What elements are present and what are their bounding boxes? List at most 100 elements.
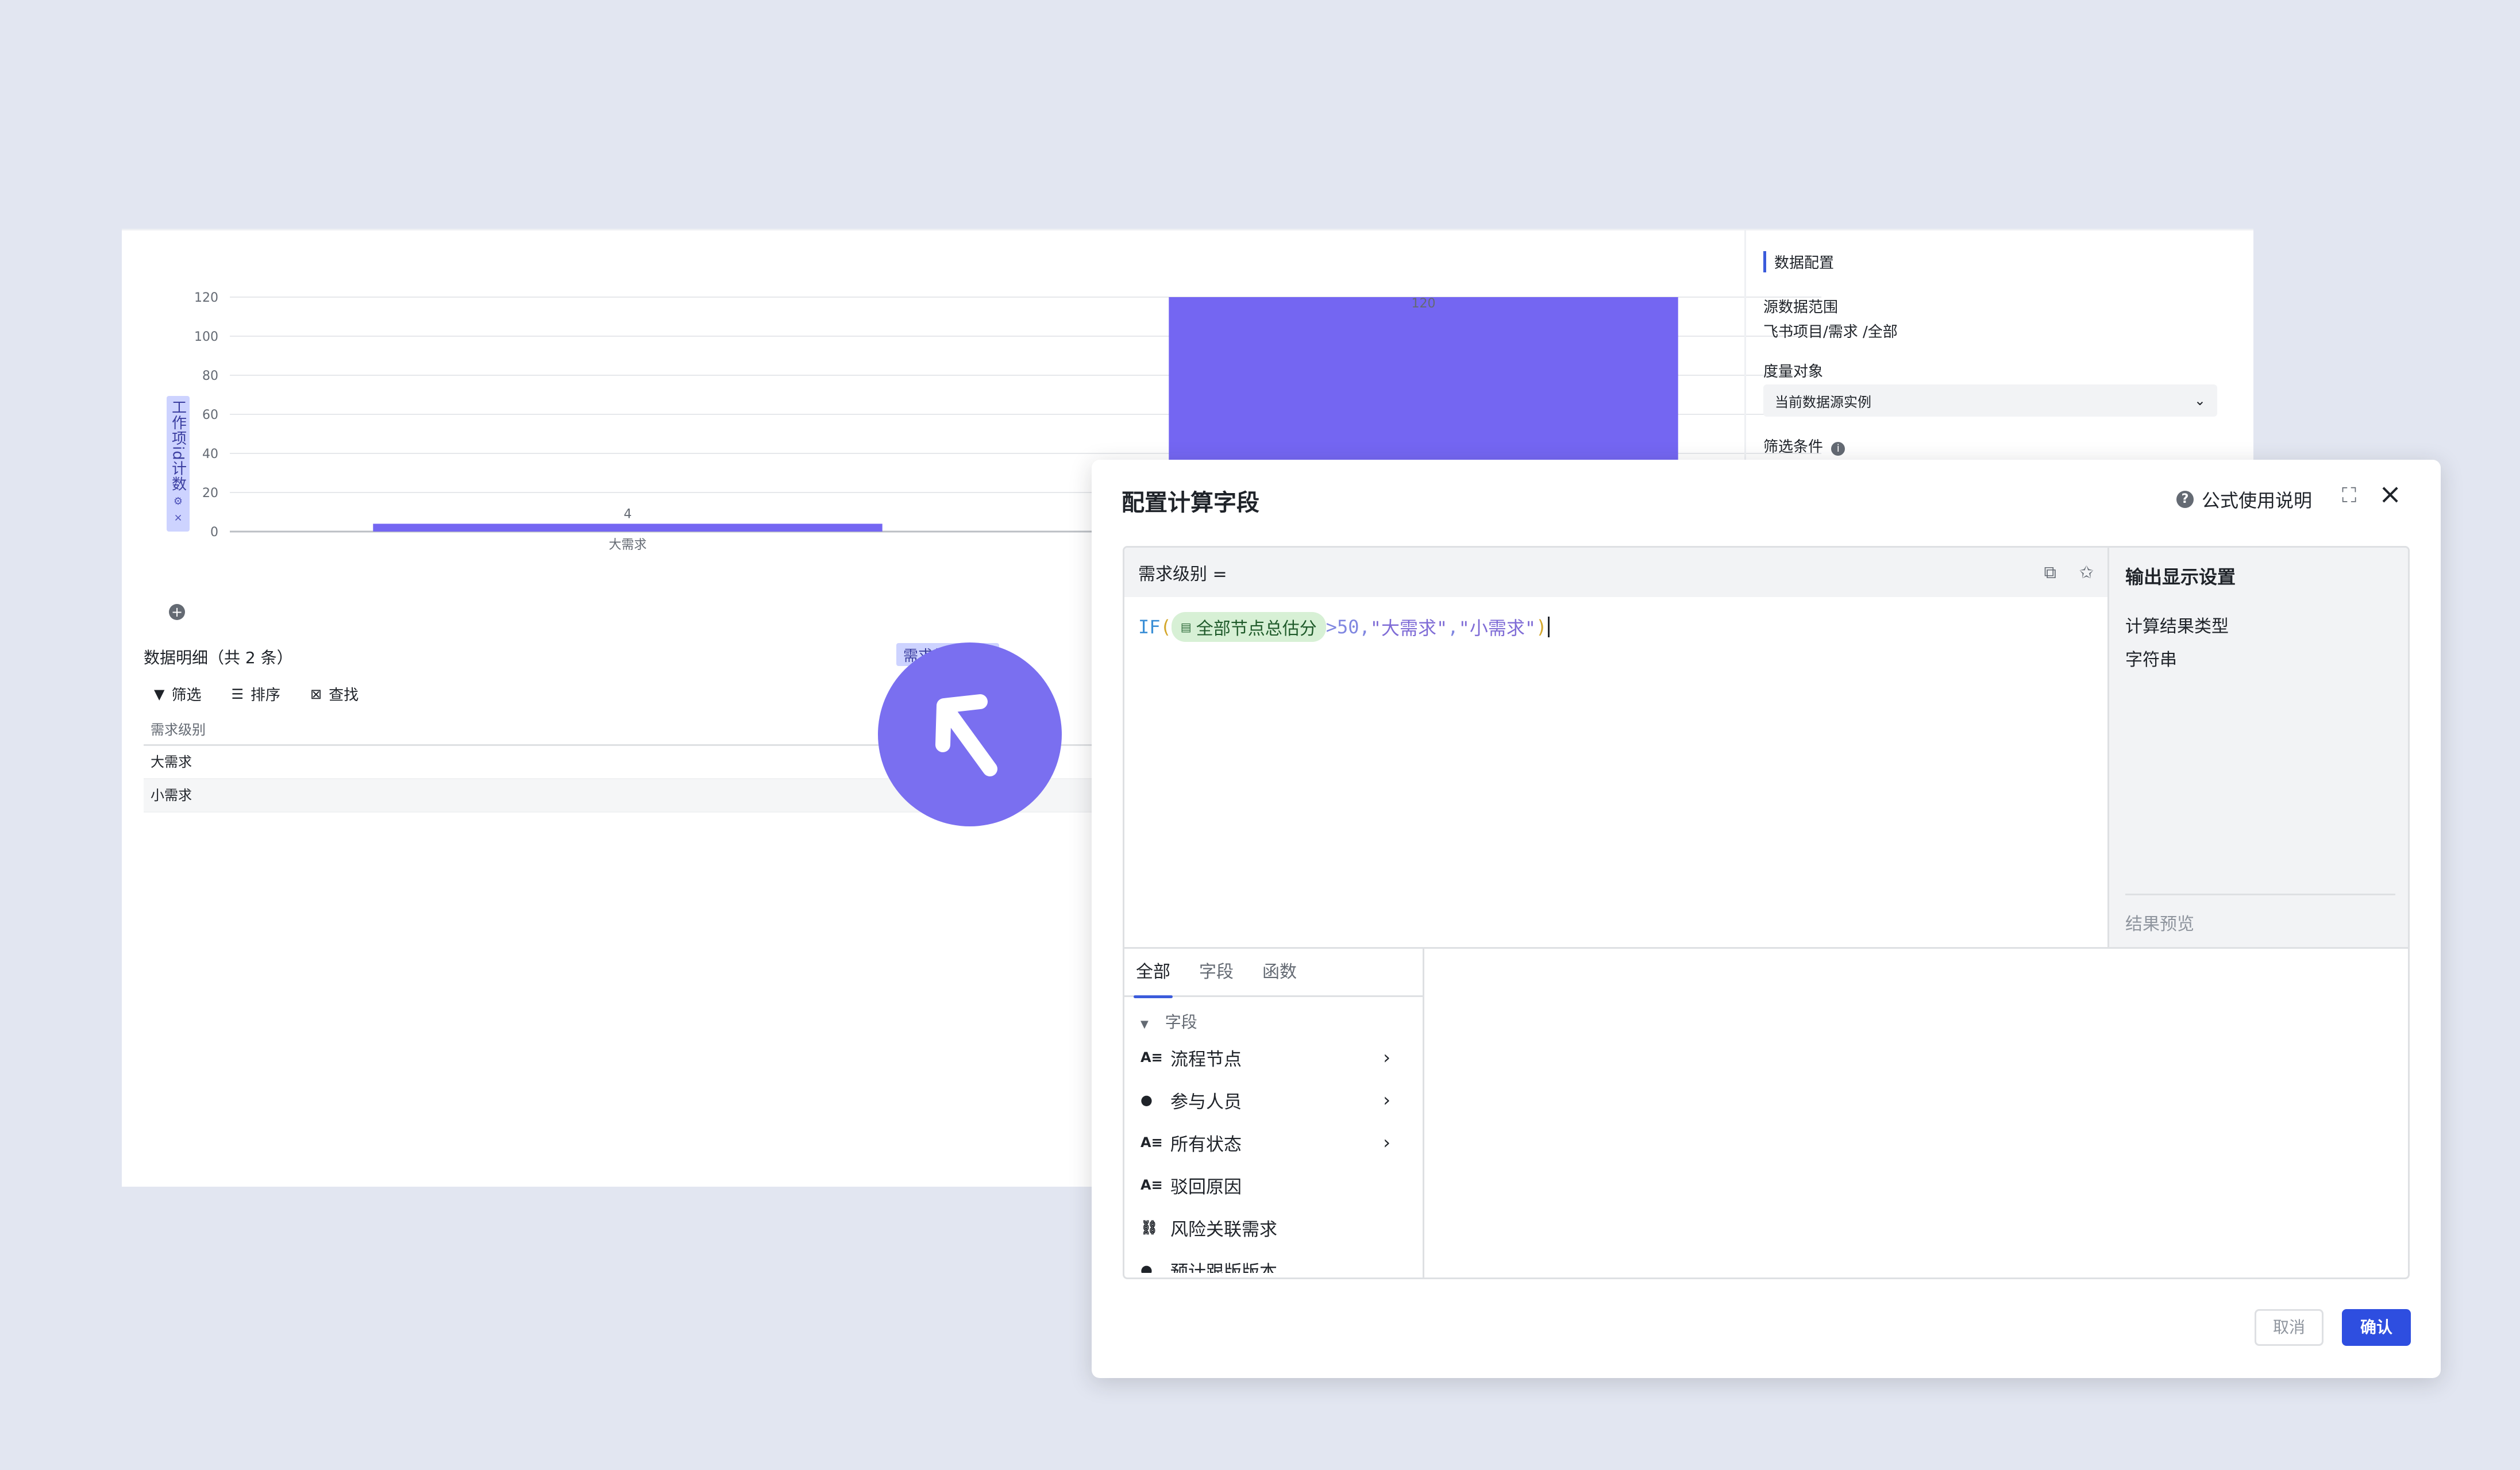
close-icon[interactable]: × <box>2379 478 2402 510</box>
copy-icon[interactable]: ⧉ <box>2044 563 2056 583</box>
list-item[interactable]: A≡ 所有状态 › <box>1124 1121 1423 1164</box>
text-field-icon: A≡ <box>1140 1134 1163 1150</box>
tab-fields[interactable]: 字段 <box>1199 948 1234 996</box>
text-field-icon: A≡ <box>1140 1177 1163 1193</box>
measure-value: 当前数据源实例 <box>1775 394 1871 410</box>
y-tick-label: 100 <box>194 330 218 344</box>
list-item-label: 参与人员 <box>1170 1091 1242 1113</box>
list-item[interactable]: ● 参与人员 › <box>1124 1079 1423 1121</box>
group-label: 字段 <box>1165 1013 1197 1032</box>
list-item[interactable]: ⛓ 风险关联需求 <box>1124 1206 1423 1249</box>
field-library-panel: 全部 字段 函数 ▼ 字段 A≡ 流程节点 › ● 参与人员 › A≡ 所有状态… <box>1124 948 1424 1277</box>
detail-title: 数据明细（共 2 条） <box>144 648 293 667</box>
text-caret <box>1548 617 1550 637</box>
formula-paren-close: ) <box>1536 616 1547 638</box>
formula-help-link[interactable]: ? 公式使用说明 <box>2176 486 2312 513</box>
result-type-label: 计算结果类型 <box>2125 617 2229 637</box>
info-icon[interactable]: i <box>1831 442 1845 456</box>
find-button[interactable]: ⊠ 查找 <box>310 683 359 705</box>
formula-keyword: IF <box>1138 616 1161 638</box>
source-value: 飞书项目/需求 /全部 <box>1763 324 1898 341</box>
source-label: 源数据范围 <box>1763 299 1839 316</box>
find-label: 查找 <box>329 687 359 704</box>
tab-all[interactable]: 全部 <box>1134 948 1173 998</box>
filter-label: 筛选 <box>171 687 202 704</box>
arrow-up-left-icon <box>935 694 997 776</box>
formula-text[interactable]: IF(▤ 全部节点总估分 >50, "大需求", "小需求") <box>1124 597 2107 657</box>
formula-field-token[interactable]: ▤ 全部节点总估分 <box>1171 612 1326 642</box>
cursor-arrow-button[interactable] <box>878 642 1062 826</box>
measure-select[interactable]: 当前数据源实例 ⌄ <box>1763 384 2217 417</box>
sort-button[interactable]: ☰ 排序 <box>231 683 280 705</box>
section-title: 数据配置 <box>1763 251 2236 272</box>
data-label: 120 <box>1412 297 1436 311</box>
y-axis-field-label: 工作项id计数 <box>169 399 187 492</box>
list-item[interactable]: ● 预计跟版版本 <box>1124 1249 1423 1273</box>
field-name-label: 需求级别 = <box>1138 564 1227 584</box>
output-title: 输出显示设置 <box>2125 566 2236 588</box>
list-item[interactable]: A≡ 流程节点 › <box>1124 1036 1423 1079</box>
output-settings-panel: 输出显示设置 计算结果类型 字符串 结果预览 <box>2109 548 2408 949</box>
magic-icon[interactable]: ✩ <box>2079 563 2094 583</box>
formula-operator: >50, <box>1325 616 1370 638</box>
y-tick-label: 80 <box>202 369 218 383</box>
list-item[interactable]: A≡ 驳回原因 <box>1124 1164 1423 1206</box>
chevron-right-icon[interactable]: › <box>1383 1132 1390 1153</box>
list-item-label: 预计跟版版本 <box>1170 1261 1277 1273</box>
detail-toolbar: ▼ 筛选 ☰ 排序 ⊠ 查找 <box>154 683 359 705</box>
list-item-label: 流程节点 <box>1170 1049 1242 1070</box>
editor-header: 需求级别 = ⧉ ✩ <box>1124 548 2107 597</box>
text-field-icon: A≡ <box>1140 1049 1163 1065</box>
y-axis-field-chip[interactable]: 工作项id计数 ⚙ × <box>167 396 190 532</box>
y-tick-label: 0 <box>210 525 218 540</box>
y-tick-label: 40 <box>202 447 218 461</box>
result-preview-label: 结果预览 <box>2125 914 2194 934</box>
y-tick-label: 120 <box>194 291 218 305</box>
number-field-icon: ▤ <box>1180 620 1192 634</box>
result-type-value[interactable]: 字符串 <box>2125 645 2395 671</box>
group-header-fields[interactable]: ▼ 字段 <box>1124 997 1423 1036</box>
detail-preview-area <box>1424 949 2408 1277</box>
question-icon: ? <box>2176 491 2194 508</box>
list-item-label: 风险关联需求 <box>1170 1219 1277 1240</box>
formula-comma: , <box>1447 616 1459 638</box>
filter-button[interactable]: ▼ 筛选 <box>154 683 201 705</box>
filter-condition-text: 筛选条件 <box>1763 438 1824 456</box>
find-icon: ⊠ <box>310 686 322 702</box>
cancel-button[interactable]: 取消 <box>2255 1309 2324 1346</box>
chevron-right-icon[interactable]: › <box>1383 1089 1390 1111</box>
x-tick-label: 大需求 <box>608 538 646 552</box>
caret-down-icon: ▼ <box>1140 1018 1149 1030</box>
sort-icon: ☰ <box>231 686 244 702</box>
measure-label: 度量对象 <box>1763 363 1824 380</box>
y-tick-label: 20 <box>202 486 218 501</box>
library-tabs: 全部 字段 函数 <box>1124 948 1423 998</box>
y-tick-label: 60 <box>202 408 218 422</box>
calc-field-dialog: 配置计算字段 ? 公式使用说明 ⛶ × 需求级别 = ⧉ ✩ IF(▤ 全部节点总… <box>1092 460 2441 1378</box>
config-panel: 数据配置 源数据范围 飞书项目/需求 /全部 度量对象 当前数据源实例 ⌄ 筛选… <box>1744 230 2253 472</box>
divider <box>2125 894 2395 895</box>
chevron-right-icon[interactable]: › <box>1383 1046 1390 1068</box>
formula-string: "小需求" <box>1458 617 1536 639</box>
chevron-down-icon: ⌄ <box>2194 392 2206 409</box>
link-icon: ⛓ <box>1140 1219 1158 1236</box>
bar <box>373 524 883 532</box>
list-item-label: 所有状态 <box>1170 1134 1242 1155</box>
filter-icon: ▼ <box>154 686 165 702</box>
dialog-title: 配置计算字段 <box>1122 490 1259 516</box>
list-item-label: 驳回原因 <box>1170 1176 1242 1198</box>
location-icon: ● <box>1140 1262 1153 1273</box>
tab-functions[interactable]: 函数 <box>1262 948 1297 996</box>
filter-condition-label: 筛选条件 i <box>1763 435 2236 456</box>
formula-workspace: 需求级别 = ⧉ ✩ IF(▤ 全部节点总估分 >50, "大需求", "小需求") 输… <box>1123 546 2410 1279</box>
sort-label: 排序 <box>251 687 281 704</box>
formula-string: "大需求" <box>1370 617 1448 639</box>
formula-paren-open: ( <box>1160 616 1172 638</box>
add-field-icon[interactable]: + <box>169 604 185 620</box>
formula-help-label: 公式使用说明 <box>2202 490 2313 511</box>
formula-editor[interactable]: 需求级别 = ⧉ ✩ IF(▤ 全部节点总估分 >50, "大需求", "小需求") <box>1124 548 2109 949</box>
confirm-button[interactable]: 确认 <box>2342 1309 2411 1346</box>
expand-icon[interactable]: ⛶ <box>2342 484 2356 508</box>
library-list: ▼ 字段 A≡ 流程节点 › ● 参与人员 › A≡ 所有状态 › A≡ 驳回原… <box>1124 997 1423 1273</box>
chip-settings-icon[interactable]: ⚙ × <box>172 495 184 525</box>
